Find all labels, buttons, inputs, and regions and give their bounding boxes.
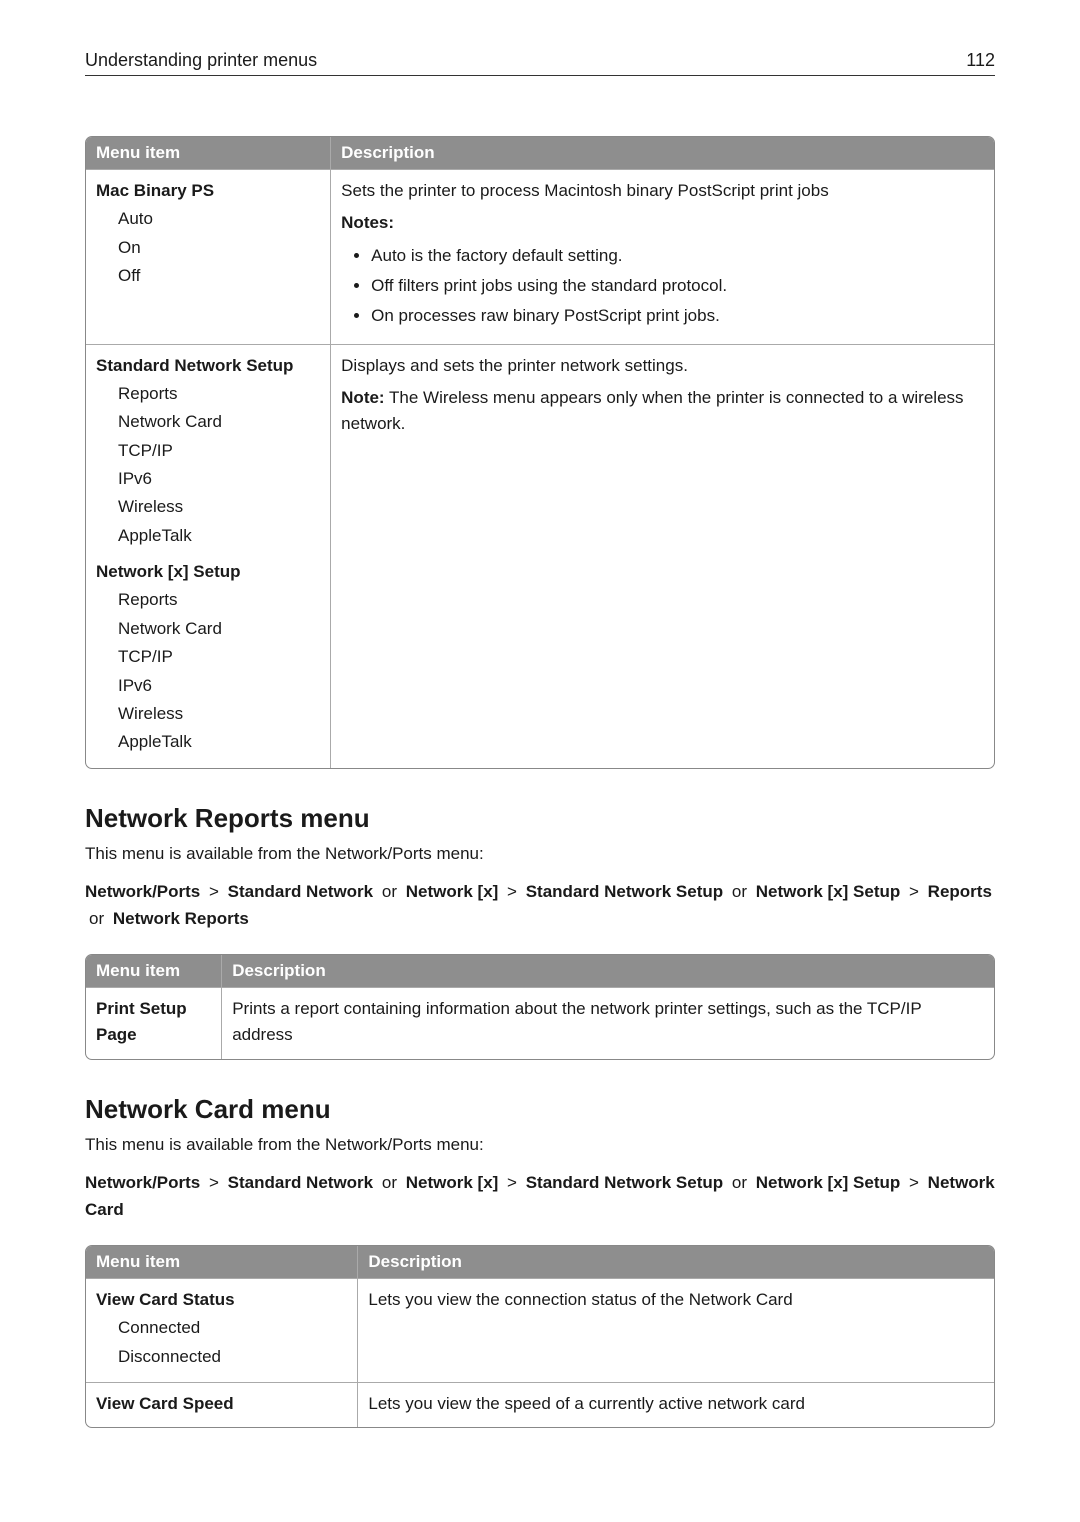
notes-label: Notes:	[341, 210, 984, 236]
menu-table-2: Menu item Description Print Setup Page P…	[85, 954, 995, 1060]
menu-subitem: TCP/IP	[118, 438, 320, 464]
path-part: Standard Network Setup	[526, 1173, 723, 1192]
separator: >	[209, 882, 219, 901]
path-part: Network [x]	[406, 1173, 499, 1192]
header-page-number: 112	[966, 50, 995, 71]
or-label: or	[89, 909, 104, 928]
description-text: Lets you view the connection status of t…	[358, 1278, 994, 1382]
menu-subitem: On	[118, 235, 320, 261]
section-intro: This menu is available from the Network/…	[85, 1135, 995, 1155]
or-label: or	[382, 882, 397, 901]
page: Understanding printer menus 112 Menu ite…	[0, 0, 1080, 1522]
menu-subitem: TCP/IP	[118, 644, 320, 670]
menu-subitem: AppleTalk	[118, 729, 320, 755]
breadcrumb-path: Network/Ports > Standard Network or Netw…	[85, 1169, 995, 1223]
separator: >	[909, 882, 919, 901]
section-intro: This menu is available from the Network/…	[85, 844, 995, 864]
menu-subitem: Auto	[118, 206, 320, 232]
col-header-description: Description	[358, 1246, 994, 1278]
note-item: On processes raw binary PostScript print…	[371, 303, 984, 329]
or-label: or	[382, 1173, 397, 1192]
table-row: Mac Binary PS Auto On Off Sets the print…	[86, 169, 994, 344]
separator: >	[507, 882, 517, 901]
description-text: Prints a report containing information a…	[222, 987, 994, 1059]
menu-subitem: AppleTalk	[118, 523, 320, 549]
menu-subitem: Reports	[118, 587, 320, 613]
separator: >	[507, 1173, 517, 1192]
menu-item-title: View Card Status	[96, 1287, 347, 1313]
menu-subitem: Wireless	[118, 494, 320, 520]
col-header-description: Description	[222, 955, 994, 987]
col-header-menu-item: Menu item	[86, 1246, 358, 1278]
menu-subitem: IPv6	[118, 673, 320, 699]
table-row: Print Setup Page Prints a report contain…	[86, 987, 994, 1059]
note-item: Auto is the factory default setting.	[371, 243, 984, 269]
note-item: Off filters print jobs using the standar…	[371, 273, 984, 299]
section-heading: Network Reports menu	[85, 803, 995, 834]
menu-subitem: Off	[118, 263, 320, 289]
menu-item-title: Network [x] Setup	[96, 559, 320, 585]
description-intro: Sets the printer to process Macintosh bi…	[341, 178, 984, 204]
table-row: View Card Speed Lets you view the speed …	[86, 1382, 994, 1427]
header-title: Understanding printer menus	[85, 50, 317, 71]
col-header-menu-item: Menu item	[86, 955, 222, 987]
path-part: Network [x] Setup	[756, 1173, 901, 1192]
separator: >	[909, 1173, 919, 1192]
menu-subitem: Disconnected	[118, 1344, 347, 1370]
path-part: Network Reports	[113, 909, 249, 928]
or-label: or	[732, 882, 747, 901]
path-part: Network [x]	[406, 882, 499, 901]
menu-subitem: Reports	[118, 381, 320, 407]
menu-item-title: Mac Binary PS	[96, 178, 320, 204]
menu-subitem: Wireless	[118, 701, 320, 727]
menu-table-3: Menu item Description View Card Status C…	[85, 1245, 995, 1428]
breadcrumb-path: Network/Ports > Standard Network or Netw…	[85, 878, 995, 932]
separator: >	[209, 1173, 219, 1192]
menu-subitem: IPv6	[118, 466, 320, 492]
menu-item-title: Standard Network Setup	[96, 353, 320, 379]
path-part: Network/Ports	[85, 1173, 200, 1192]
note-label: Note:	[341, 388, 384, 407]
path-part: Network/Ports	[85, 882, 200, 901]
menu-subitem: Network Card	[118, 616, 320, 642]
note-text: The Wireless menu appears only when the …	[341, 388, 963, 433]
col-header-description: Description	[331, 137, 994, 169]
section-heading: Network Card menu	[85, 1094, 995, 1125]
description-text: Lets you view the speed of a currently a…	[358, 1382, 994, 1427]
path-part: Reports	[928, 882, 992, 901]
or-label: or	[732, 1173, 747, 1192]
path-part: Standard Network	[228, 1173, 373, 1192]
menu-item-title: View Card Speed	[96, 1391, 347, 1417]
path-part: Network [x] Setup	[756, 882, 901, 901]
path-part: Standard Network	[228, 882, 373, 901]
note-line: Note: The Wireless menu appears only whe…	[341, 385, 984, 438]
running-header: Understanding printer menus 112	[85, 50, 995, 76]
col-header-menu-item: Menu item	[86, 137, 331, 169]
menu-subitem: Connected	[118, 1315, 347, 1341]
menu-subitem: Network Card	[118, 409, 320, 435]
table-row: View Card Status Connected Disconnected …	[86, 1278, 994, 1382]
path-part: Standard Network Setup	[526, 882, 723, 901]
menu-item-title: Print Setup Page	[86, 987, 222, 1059]
table-row: Standard Network Setup Reports Network C…	[86, 344, 994, 768]
menu-table-1: Menu item Description Mac Binary PS Auto…	[85, 136, 995, 769]
description-intro: Displays and sets the printer network se…	[341, 353, 984, 379]
notes-list: Auto is the factory default setting. Off…	[341, 243, 984, 330]
